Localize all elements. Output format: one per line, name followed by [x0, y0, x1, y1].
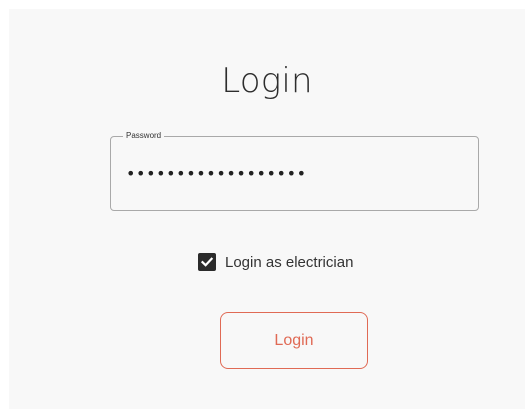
password-field[interactable]: Password •••••••••••••••••• — [110, 130, 479, 211]
login-panel: Login Password •••••••••••••••••• Login … — [9, 9, 525, 409]
password-input[interactable]: •••••••••••••••••• — [126, 164, 307, 183]
page-title: Login — [221, 61, 313, 101]
password-field-label: Password — [123, 130, 165, 142]
checkbox-checked-icon[interactable] — [198, 253, 216, 271]
login-button[interactable]: Login — [220, 312, 368, 369]
checkbox-label: Login as electrician — [225, 253, 354, 271]
login-as-electrician-checkbox[interactable]: Login as electrician — [198, 253, 353, 271]
